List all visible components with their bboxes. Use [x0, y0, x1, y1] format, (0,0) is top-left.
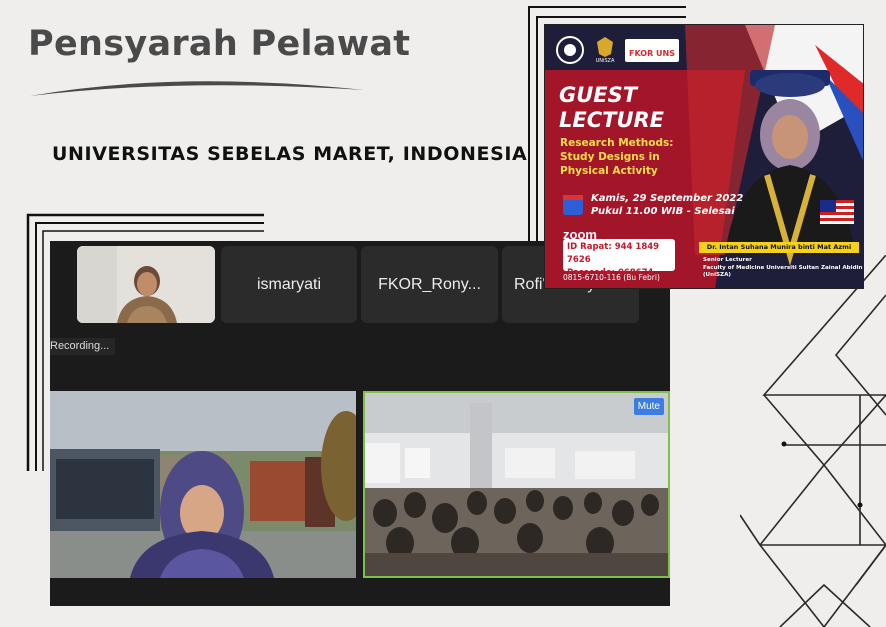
speaker-video-frame [50, 391, 356, 578]
unisza-crest-icon [597, 37, 613, 57]
poster-topic-line2: Study Designs in [560, 151, 660, 163]
poster-heading-line2: LECTURE [559, 108, 665, 132]
recording-indicator: Recording... [50, 338, 116, 355]
meeting-id: ID Rapat: 944 1849 7626 [567, 242, 660, 265]
participant-video-tile[interactable] [77, 246, 215, 323]
zoom-meeting-window: ismaryati FKOR_Rony... Rofi' Kurniyah Re… [50, 241, 670, 606]
participant-tile[interactable]: FKOR_Rony... [361, 246, 498, 323]
participant-name: ismaryati [256, 275, 321, 293]
speaker-role-line1: Senior Lecturer [703, 257, 752, 263]
speaker-role: Senior Lecturer Faculty of Medicine Univ… [703, 257, 862, 280]
poster-date: Kamis, 29 September 2022 Pukul 11.00 WIB… [591, 192, 743, 218]
participant-name: FKOR_Rony... [378, 275, 481, 293]
speaker-name: Dr. Intan Suhana Munira binti Mat Azmi [699, 242, 859, 253]
poster-topic-line3: Physical Activity [560, 165, 658, 177]
mute-button[interactable]: Mute [633, 398, 664, 415]
participant-video-frame [77, 246, 215, 323]
university-seal-icon [556, 36, 584, 64]
poster-heading: GUEST LECTURE [559, 83, 664, 133]
meeting-id-box: ID Rapat: 944 1849 7626 Passcode: 068674 [563, 239, 675, 278]
geometric-line-art [740, 255, 886, 627]
speaker-role-line2: Faculty of Medicine Universiti Sultan Za… [703, 264, 863, 271]
contact-phone: 0815-6710-116 (Bu Febri) [563, 273, 660, 282]
title-swoosh-decoration [30, 81, 364, 96]
participant-tile[interactable]: ismaryati [221, 246, 357, 323]
unisza-logo: UNiSZA [595, 36, 615, 64]
classroom-video-right[interactable]: Mute [363, 391, 670, 578]
poster-logos: UNiSZA FKOR UNS [555, 31, 680, 69]
poster-date-line: Kamis, 29 September 2022 [591, 193, 744, 204]
guest-lecture-poster: UNiSZA FKOR UNS GUEST LECTURE Research M… [544, 24, 864, 289]
fkor-logo-text: FKOR UNS [629, 48, 676, 58]
page-subtitle: UNIVERSITAS SEBELAS MARET, INDONESIA [52, 143, 528, 165]
classroom-video-frame [365, 393, 668, 576]
poster-topic-line1: Research Methods: [560, 137, 674, 149]
poster-time-line: Pukul 11.00 WIB - Selesai [591, 206, 735, 217]
poster-heading-line1: GUEST [559, 83, 638, 107]
page-title: Pensyarah Pelawat [28, 24, 411, 64]
poster-topic: Research Methods: Study Designs in Physi… [560, 136, 673, 178]
speaker-video-left[interactable] [50, 391, 356, 578]
unisza-logo-text: UNiSZA [595, 58, 615, 64]
speaker-role-line3: (UniSZA) [703, 272, 731, 278]
fkor-uns-logo: FKOR UNS [625, 38, 680, 62]
